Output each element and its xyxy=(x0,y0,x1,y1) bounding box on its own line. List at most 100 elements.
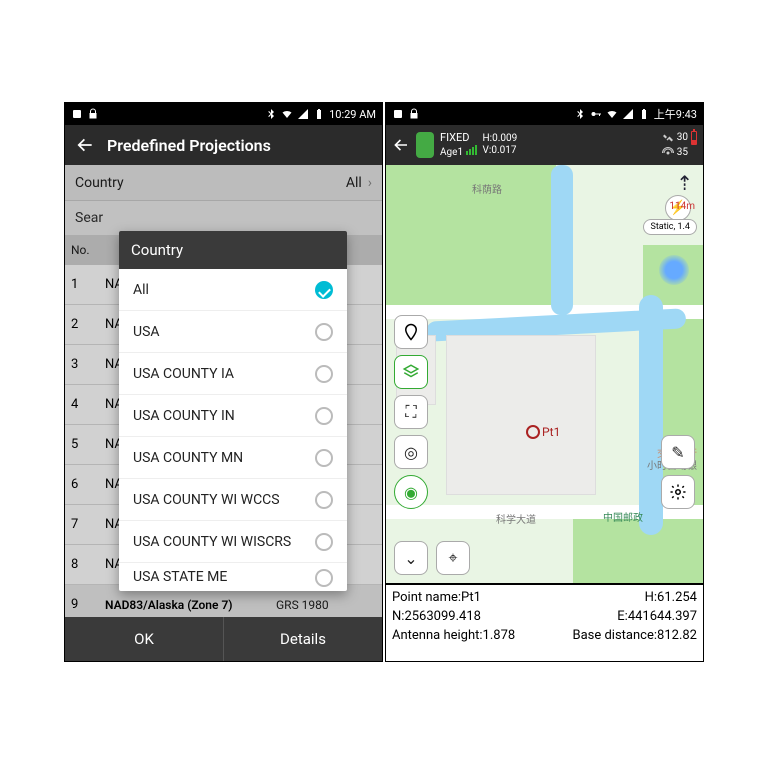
receiver-icon[interactable] xyxy=(416,132,434,158)
edit-gesture-button[interactable]: ✎ xyxy=(661,435,695,469)
sat-count-2: 35 xyxy=(677,148,688,158)
info-n-label: N: xyxy=(392,609,404,624)
fullscreen-button[interactable]: ⛶ xyxy=(394,395,428,429)
chevron-right-icon: › xyxy=(368,175,372,191)
v-accuracy: V:0.017 xyxy=(483,146,518,156)
back-icon[interactable] xyxy=(75,135,95,155)
dropdown-item-label: USA COUNTY IN xyxy=(133,408,235,424)
ok-button[interactable]: OK xyxy=(65,617,224,661)
filter-label: Country xyxy=(75,175,124,191)
sat-count-1: 30 xyxy=(677,133,688,143)
info-pointname: Pt1 xyxy=(461,590,481,605)
info-base-label: Base distance: xyxy=(572,628,657,643)
mode-chip[interactable]: Static, 1.4 xyxy=(643,219,697,235)
point-label: Pt1 xyxy=(542,425,560,439)
battery-icon xyxy=(313,108,325,120)
page-title: Predefined Projections xyxy=(107,136,271,155)
row-no: 5 xyxy=(71,437,105,452)
recent-apps-icon xyxy=(71,108,83,120)
dropdown-item-label: USA COUNTY IA xyxy=(133,366,234,382)
radio-icon xyxy=(315,491,333,509)
dropdown-item-all[interactable]: All xyxy=(119,269,347,311)
row-no: 1 xyxy=(71,277,105,292)
row-no: 7 xyxy=(71,517,105,532)
status-bar-right: 上午9:43 xyxy=(386,103,703,125)
map-scale: 114m xyxy=(669,201,695,212)
title-bar: Predefined Projections xyxy=(65,125,382,165)
button-bar: OK Details xyxy=(65,617,382,661)
row-no: 8 xyxy=(71,557,105,572)
collapse-button[interactable]: ⌄ xyxy=(394,541,428,575)
target-button[interactable]: ⌖ xyxy=(436,541,470,575)
col-no: No. xyxy=(71,243,105,257)
gps-status-bar: FIXED Age1 H:0.009 V:0.017 30 35 xyxy=(386,125,703,165)
settings-button[interactable] xyxy=(661,475,695,509)
filter-value: All xyxy=(346,175,362,191)
compass-icon: ⇡ xyxy=(676,171,693,195)
search-label: Sear xyxy=(75,210,103,226)
map-canvas[interactable]: 科荫路 科学大道 交通银行 小时自动银 中国邮政 Pt1 ⇡ ⚡ Static,… xyxy=(386,165,703,583)
signal-icon xyxy=(622,108,634,120)
dropdown-item[interactable]: USA COUNTY WI WISCRS xyxy=(119,521,347,563)
phone-survey: 上午9:43 FIXED Age1 H:0.009 V:0.017 30 35 xyxy=(385,102,704,662)
broadcast-icon xyxy=(662,147,674,159)
row-no: 6 xyxy=(71,477,105,492)
dropdown-item-label: USA COUNTY MN xyxy=(133,450,243,466)
row-name: NAD83/Alaska (Zone 7) xyxy=(105,598,276,612)
dropdown-item[interactable]: USA COUNTY IA xyxy=(119,353,347,395)
radio-icon xyxy=(315,533,333,551)
info-pointname-label: Point name: xyxy=(392,590,461,605)
bluetooth-icon xyxy=(574,108,586,120)
info-ant-label: Antenna height: xyxy=(392,628,483,643)
satellite-icon xyxy=(662,132,674,144)
recent-apps-icon xyxy=(392,108,404,120)
radio-icon xyxy=(315,407,333,425)
bluetooth-icon xyxy=(265,108,277,120)
status-time: 上午9:43 xyxy=(654,106,697,122)
wifi-icon xyxy=(606,108,618,120)
record-button[interactable]: ◉ xyxy=(394,475,428,509)
dropdown-item[interactable]: USA STATE ME xyxy=(119,563,347,591)
search-row[interactable]: Sear xyxy=(65,201,382,235)
info-e-label: E: xyxy=(617,609,628,624)
row-no: 9 xyxy=(71,597,105,612)
map-label: 科学大道 xyxy=(496,511,536,526)
row-no: 3 xyxy=(71,357,105,372)
row-no: 2 xyxy=(71,317,105,332)
dropdown-item[interactable]: USA xyxy=(119,311,347,353)
back-icon[interactable] xyxy=(392,136,410,154)
country-dropdown: Country All USA USA COUNTY IA USA COUNTY… xyxy=(119,231,347,591)
radio-selected-icon xyxy=(315,281,333,299)
radio-icon xyxy=(315,365,333,383)
status-bar-left: 10:29 AM xyxy=(65,103,382,125)
dropdown-item-label: All xyxy=(133,282,149,298)
dropdown-item[interactable]: USA COUNTY WI WCCS xyxy=(119,479,347,521)
info-h: 61.254 xyxy=(657,590,697,605)
layers-button[interactable] xyxy=(394,355,428,389)
status-time: 10:29 AM xyxy=(329,108,376,121)
info-h-label: H: xyxy=(645,590,657,605)
phone-projections: 10:29 AM Predefined Projections Country … xyxy=(64,102,383,662)
dropdown-item-label: USA COUNTY WI WISCRS xyxy=(133,534,291,550)
battery-low-icon xyxy=(691,131,697,145)
signal-bars-icon xyxy=(466,145,477,155)
details-button[interactable]: Details xyxy=(224,617,382,661)
info-n: 2563099.418 xyxy=(404,609,481,624)
point-info-panel: Point name:Pt1 H:61.254 N:2563099.418 E:… xyxy=(386,583,703,661)
dropdown-item[interactable]: USA COUNTY IN xyxy=(119,395,347,437)
radio-icon xyxy=(315,323,333,341)
row-no: 4 xyxy=(71,397,105,412)
info-base: 812.82 xyxy=(657,628,697,643)
age-label: Age1 xyxy=(440,147,463,158)
lock-icon xyxy=(87,108,99,120)
row-grs: GRS 1980 xyxy=(276,598,376,612)
info-e: 441644.397 xyxy=(628,609,697,624)
lock-icon xyxy=(408,108,420,120)
signal-icon xyxy=(297,108,309,120)
dropdown-item-label: USA STATE ME xyxy=(133,569,227,585)
country-filter-row[interactable]: Country All › xyxy=(65,165,382,201)
dropdown-title: Country xyxy=(119,231,347,269)
dropdown-item[interactable]: USA COUNTY MN xyxy=(119,437,347,479)
locate-button[interactable]: ◎ xyxy=(394,435,428,469)
point-history-button[interactable] xyxy=(394,315,428,349)
